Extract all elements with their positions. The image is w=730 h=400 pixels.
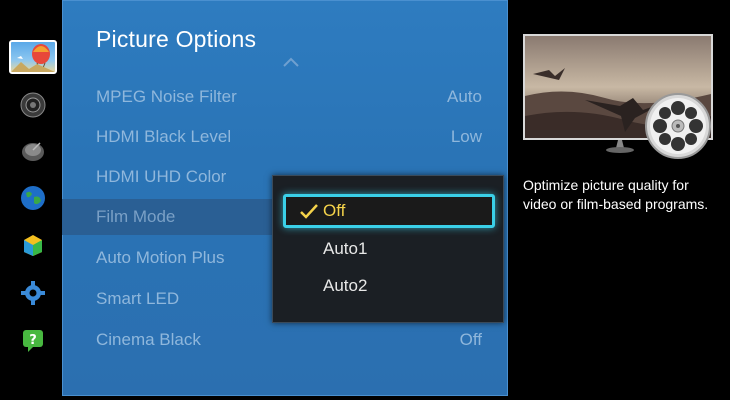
dropdown-option-off[interactable]: Off xyxy=(283,194,495,228)
broadcast-icon[interactable] xyxy=(20,138,46,164)
menu-item-value: Off xyxy=(459,330,482,349)
dropdown-option-auto2[interactable]: Auto2 xyxy=(283,269,495,303)
svg-text:?: ? xyxy=(29,333,37,348)
menu-item-label: MPEG Noise Filter xyxy=(96,87,237,106)
page-title: Picture Options xyxy=(96,26,257,52)
dropdown-option-label: Auto2 xyxy=(323,276,368,295)
help-description: Optimize picture quality for video or fi… xyxy=(523,177,709,212)
category-rail: ? xyxy=(0,0,62,400)
menu-item-label: Cinema Black xyxy=(96,330,201,349)
menu-item-hdmi-black-level[interactable]: HDMI Black Level Low xyxy=(62,119,508,155)
dropdown-option-auto1[interactable]: Auto1 xyxy=(283,232,495,266)
support-icon[interactable]: ? xyxy=(20,327,46,353)
smart-features-icon[interactable] xyxy=(20,232,46,258)
scroll-up-arrow-icon[interactable] xyxy=(282,56,300,68)
network-icon[interactable] xyxy=(20,185,46,211)
menu-item-value: Low xyxy=(450,127,482,146)
film-mode-dropdown: Off Auto1 Auto2 xyxy=(272,175,504,323)
checkmark-icon xyxy=(300,204,318,219)
menu-item-film-mode[interactable]: Film Mode xyxy=(62,199,274,235)
menu-item-label: Film Mode xyxy=(96,207,176,226)
picture-icon[interactable] xyxy=(9,40,57,74)
menu-item-value: Auto xyxy=(447,87,482,106)
dropdown-option-label: Auto1 xyxy=(323,239,368,258)
sound-icon[interactable] xyxy=(20,92,46,118)
menu-item-label: HDMI UHD Color xyxy=(96,167,227,186)
menu-item-label: Smart LED xyxy=(96,289,180,308)
film-reel-icon xyxy=(645,93,711,159)
menu-item-mpeg-noise-filter[interactable]: MPEG Noise Filter Auto xyxy=(62,79,508,115)
dropdown-option-label: Off xyxy=(323,201,346,220)
menu-item-cinema-black[interactable]: Cinema Black Off xyxy=(62,322,508,358)
tv-stand-icon xyxy=(606,140,634,153)
menu-item-label: Auto Motion Plus xyxy=(96,248,225,267)
menu-item-label: HDMI Black Level xyxy=(96,127,232,146)
system-icon[interactable] xyxy=(20,280,46,306)
